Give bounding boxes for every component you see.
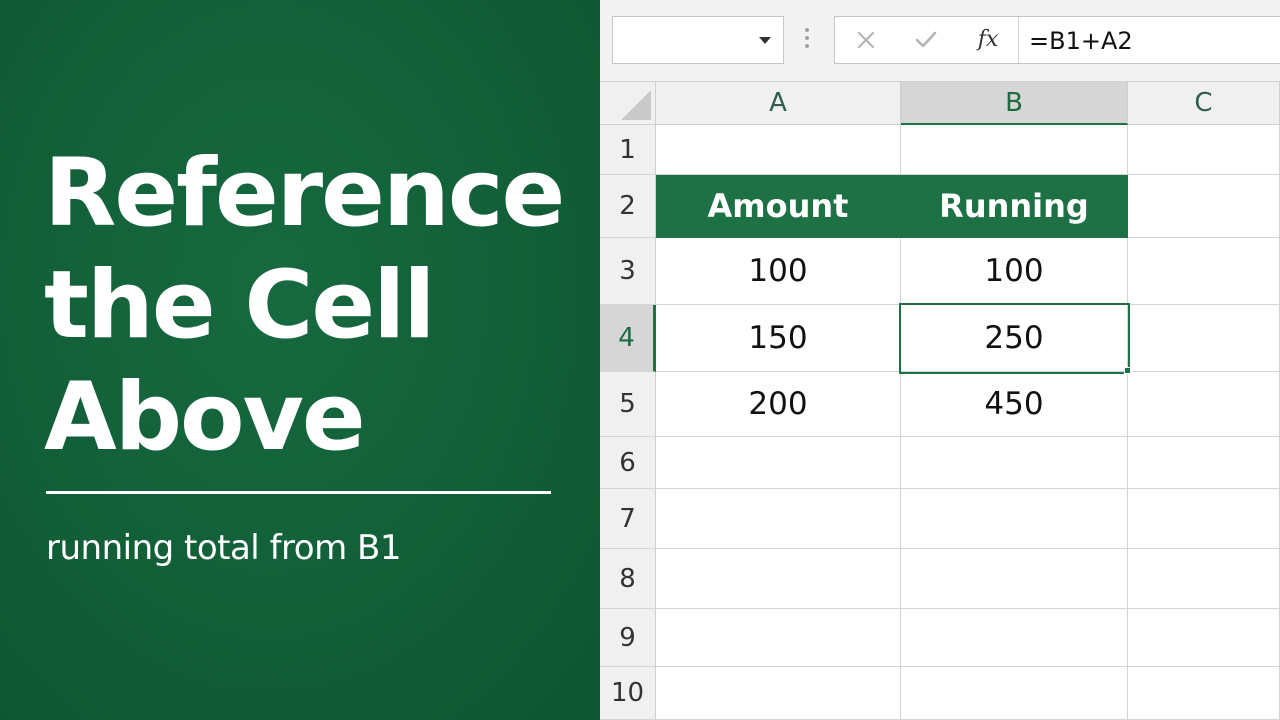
cell-b2[interactable]: Running [901,175,1128,238]
cell-a6[interactable] [656,437,901,489]
cell-c6[interactable] [1128,437,1280,489]
formula-text[interactable]: =B1+A2 [1029,17,1133,63]
title-line-3: Above [44,363,366,472]
column-header-c[interactable]: C [1128,82,1280,125]
cell-a5[interactable]: 200 [656,372,901,437]
row-header-9[interactable]: 9 [600,609,656,667]
cancel-icon[interactable] [851,25,881,55]
cell-grid: A B C 1 2 3 4 5 6 7 8 9 10 Amount Runnin… [600,82,1280,720]
cell-c2[interactable] [1128,175,1280,238]
cell-a2[interactable]: Amount [656,175,901,238]
cell-b8[interactable] [901,549,1128,609]
cell-b7[interactable] [901,489,1128,549]
cell-b6[interactable] [901,437,1128,489]
row-header-6[interactable]: 6 [600,437,656,489]
formula-bar: fx =B1+A2 [600,0,1280,82]
cell-b10[interactable] [901,667,1128,720]
cell-b3[interactable]: 100 [901,238,1128,305]
cell-c4[interactable] [1128,305,1280,372]
row-header-4[interactable]: 4 [600,305,656,372]
row-header-10[interactable]: 10 [600,667,656,720]
cell-c9[interactable] [1128,609,1280,667]
column-header-a[interactable]: A [656,82,901,125]
cell-a3[interactable]: 100 [656,238,901,305]
name-box[interactable] [612,16,784,64]
title-line-1: Reference [44,139,565,248]
title-panel: Reference the Cell Above running total f… [0,0,600,720]
check-icon[interactable] [911,25,941,55]
cell-c8[interactable] [1128,549,1280,609]
cell-c1[interactable] [1128,125,1280,175]
subtitle: running total from B1 [46,528,401,568]
cell-b5[interactable]: 450 [901,372,1128,437]
cell-c3[interactable] [1128,238,1280,305]
row-header-5[interactable]: 5 [600,372,656,437]
cell-b9[interactable] [901,609,1128,667]
chevron-down-icon[interactable] [759,37,771,44]
grip-icon[interactable] [805,28,809,52]
row-header-2[interactable]: 2 [600,175,656,238]
cell-a1[interactable] [656,125,901,175]
formula-input-area[interactable]: fx =B1+A2 [834,16,1280,64]
cell-a7[interactable] [656,489,901,549]
title-line-2: the Cell [44,251,436,360]
row-header-7[interactable]: 7 [600,489,656,549]
insert-function-icon[interactable]: fx [973,25,1003,55]
select-all-icon [621,90,651,120]
row-header-3[interactable]: 3 [600,238,656,305]
row-header-1[interactable]: 1 [600,125,656,175]
main-title: Reference the Cell Above [44,138,584,474]
active-cell-selection [899,303,1130,374]
fill-handle[interactable] [1124,367,1131,374]
select-all-button[interactable] [600,82,656,125]
cell-c7[interactable] [1128,489,1280,549]
formula-buttons: fx [835,17,1019,63]
cell-a8[interactable] [656,549,901,609]
spreadsheet: fx =B1+A2 A B C 1 2 3 4 5 6 7 8 9 10 Amo… [600,0,1280,720]
cell-a9[interactable] [656,609,901,667]
column-header-b[interactable]: B [901,82,1128,125]
cell-a4[interactable]: 150 [656,305,901,372]
row-header-8[interactable]: 8 [600,549,656,609]
title-divider [46,491,551,494]
cell-a10[interactable] [656,667,901,720]
cell-c10[interactable] [1128,667,1280,720]
cell-c5[interactable] [1128,372,1280,437]
cell-b1[interactable] [901,125,1128,175]
